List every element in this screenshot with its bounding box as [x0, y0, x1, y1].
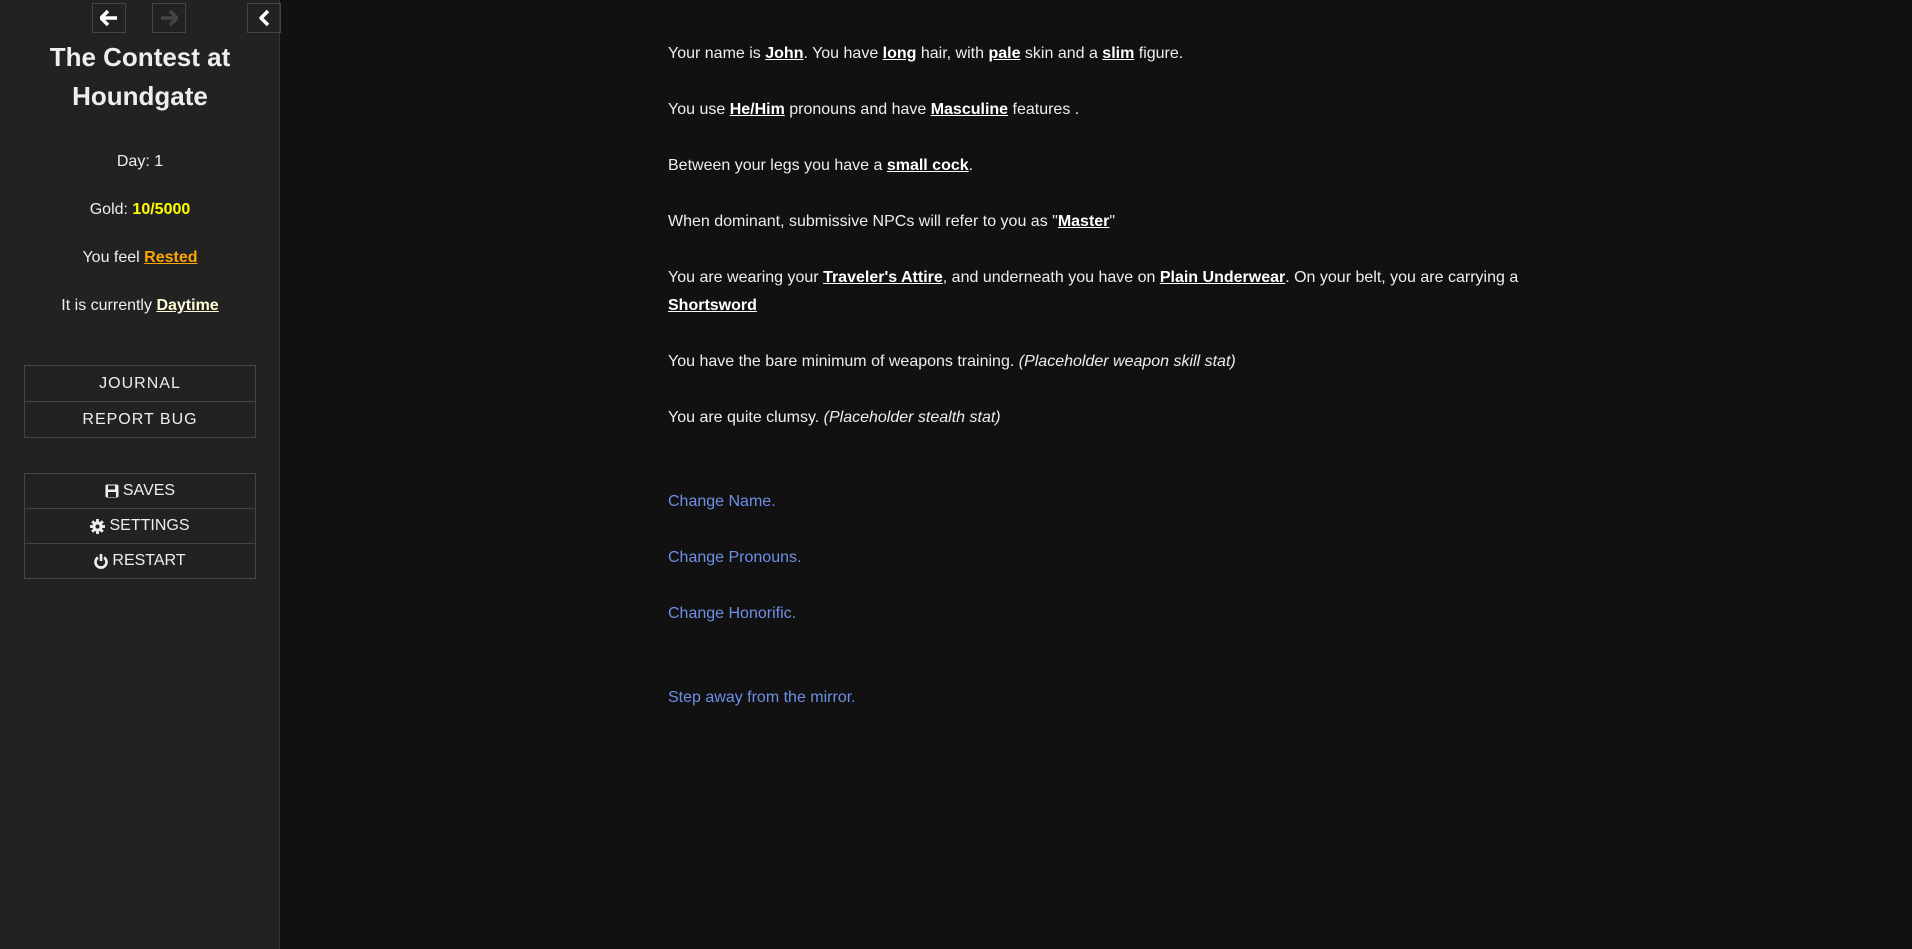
gear-icon — [90, 518, 106, 534]
feel-label: You feel — [82, 249, 140, 266]
text: You are quite clumsy. — [668, 409, 824, 426]
day-label: Day: — [116, 153, 150, 170]
feel-value-link[interactable]: Rested — [144, 249, 197, 266]
pronouns-paragraph: You use He/Him pronouns and have Masculi… — [668, 96, 1548, 124]
body-paragraph: Between your legs you have a small cock. — [668, 152, 1548, 180]
weapon-link[interactable]: Shortsword — [668, 297, 757, 314]
text: figure. — [1134, 45, 1184, 62]
hair-link[interactable]: long — [883, 45, 917, 62]
saves-label: SAVES — [122, 482, 176, 499]
placeholder-note: (Placeholder stealth stat) — [823, 409, 1001, 426]
honorific-paragraph: When dominant, submissive NPCs will refe… — [668, 208, 1548, 236]
link-text[interactable]: Change Honorific. — [668, 605, 796, 622]
pronouns-link[interactable]: He/Him — [730, 101, 785, 118]
gold-label: Gold: — [89, 201, 128, 218]
text: . On your belt, you are carrying a — [1285, 269, 1519, 286]
text: " — [1109, 213, 1116, 230]
text: You are wearing your — [668, 269, 824, 286]
gold-stat: Gold: 10/5000 — [0, 201, 280, 219]
placeholder-note: (Placeholder weapon skill stat) — [1018, 353, 1236, 370]
saves-button[interactable]: SAVES — [24, 473, 256, 509]
features-link[interactable]: Masculine — [931, 101, 1008, 118]
text: hair, with — [916, 45, 989, 62]
text: You use — [668, 101, 730, 118]
text: pronouns and have — [784, 101, 931, 118]
day-value: 1 — [154, 153, 164, 170]
feel-stat: You feel Rested — [0, 249, 280, 267]
change-pronouns-link[interactable]: Change Pronouns. — [668, 544, 1548, 572]
name-link[interactable]: John — [765, 45, 803, 62]
chevron-left-icon — [259, 9, 270, 27]
text: features . — [1008, 101, 1080, 118]
time-label: It is currently — [61, 297, 152, 314]
system-menu: SAVES SETTINGS RESTART — [24, 473, 256, 579]
story-menu: JOURNAL REPORT BUG — [24, 365, 256, 438]
equipment-paragraph: You are wearing your Traveler's Attire, … — [668, 264, 1548, 320]
arrow-left-icon — [100, 10, 117, 26]
restart-button[interactable]: RESTART — [24, 543, 256, 579]
text: Your name is — [668, 45, 766, 62]
change-name-link[interactable]: Change Name. — [668, 488, 1548, 516]
settings-label: SETTINGS — [109, 517, 190, 534]
power-icon — [94, 553, 109, 569]
change-honorific-link[interactable]: Change Honorific. — [668, 600, 1548, 628]
text: skin and a — [1020, 45, 1103, 62]
link-text[interactable]: Change Pronouns. — [668, 549, 801, 566]
figure-link[interactable]: slim — [1102, 45, 1134, 62]
text: , and underneath you have on — [942, 269, 1160, 286]
journal-button[interactable]: JOURNAL — [24, 365, 256, 402]
story-title: The Contest at Houndgate — [49, 42, 231, 111]
time-value-link[interactable]: Daytime — [156, 297, 218, 314]
time-stat: It is currently Daytime — [0, 297, 280, 315]
leave-mirror-link[interactable]: Step away from the mirror. — [668, 684, 1548, 712]
skin-link[interactable]: pale — [988, 45, 1020, 62]
history-forward-button[interactable] — [152, 3, 186, 33]
text: You have the bare minimum of weapons tra… — [668, 353, 1019, 370]
genitals-link[interactable]: small cock — [887, 157, 969, 174]
underwear-link[interactable]: Plain Underwear — [1160, 269, 1285, 286]
text: When dominant, submissive NPCs will refe… — [668, 213, 1058, 230]
gold-value: 10/5000 — [132, 201, 191, 218]
text: Between your legs you have a — [668, 157, 887, 174]
appearance-paragraph: Your name is John. You have long hair, w… — [668, 40, 1548, 68]
floppy-disk-icon — [105, 484, 119, 498]
link-text[interactable]: Change Name. — [668, 493, 776, 510]
link-text[interactable]: Step away from the mirror. — [668, 689, 856, 706]
day-stat: Day: 1 — [0, 153, 280, 171]
arrow-right-icon — [161, 10, 178, 26]
honorific-link[interactable]: Master — [1058, 213, 1110, 230]
text: . — [968, 157, 974, 174]
sidebar: The Contest at Houndgate Day: 1 Gold: 10… — [0, 0, 281, 949]
stealth-paragraph: You are quite clumsy. (Placeholder steal… — [668, 404, 1548, 432]
settings-button[interactable]: SETTINGS — [24, 508, 256, 544]
history-back-button[interactable] — [92, 3, 126, 33]
outfit-link[interactable]: Traveler's Attire — [823, 269, 943, 286]
weapon-skill-paragraph: You have the bare minimum of weapons tra… — [668, 348, 1548, 376]
sidebar-toggle-button[interactable] — [247, 3, 281, 33]
restart-label: RESTART — [112, 552, 186, 569]
report-bug-button[interactable]: REPORT BUG — [24, 401, 256, 438]
text: . You have — [803, 45, 883, 62]
